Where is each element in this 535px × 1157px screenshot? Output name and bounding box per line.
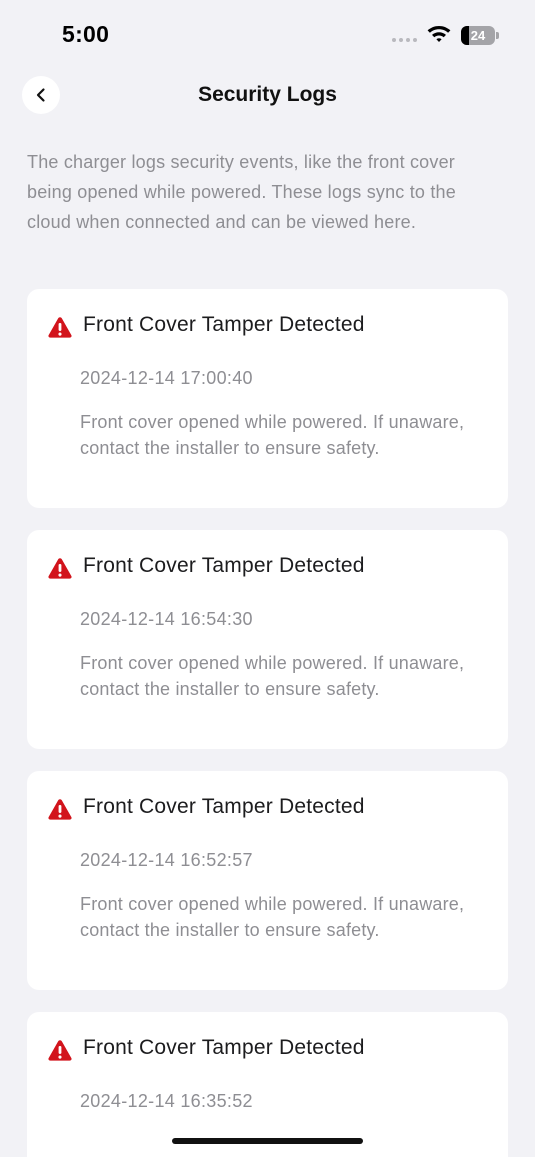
warning-triangle-icon	[48, 1040, 72, 1061]
log-list: Front Cover Tamper Detected 2024-12-14 1…	[27, 289, 508, 1157]
log-card: Front Cover Tamper Detected 2024-12-14 1…	[27, 1012, 508, 1157]
intro-text: The charger logs security events, like t…	[27, 152, 456, 232]
status-bar: 5:00 24	[0, 0, 535, 70]
page-title: Security Logs	[198, 83, 337, 106]
log-title: Front Cover Tamper Detected	[83, 1036, 365, 1059]
log-card: Front Cover Tamper Detected 2024-12-14 1…	[27, 530, 508, 749]
signal-dots-icon	[392, 38, 417, 42]
log-card: Front Cover Tamper Detected 2024-12-14 1…	[27, 289, 508, 508]
screen: 5:00 24 Security Logs The charger logs s…	[0, 0, 535, 1157]
wifi-icon	[427, 26, 451, 42]
log-timestamp: 2024-12-14 16:35:52	[80, 1091, 253, 1111]
battery-level: 24	[470, 28, 486, 43]
log-title: Front Cover Tamper Detected	[83, 795, 365, 818]
log-description: Front cover opened while powered. If una…	[80, 653, 465, 699]
battery-icon: 24	[461, 26, 499, 45]
warning-triangle-icon	[48, 317, 72, 338]
log-title: Front Cover Tamper Detected	[83, 554, 365, 577]
nav-bar: Security Logs	[0, 72, 535, 120]
log-timestamp: 2024-12-14 17:00:40	[80, 368, 253, 388]
warning-triangle-icon	[48, 558, 72, 579]
log-timestamp: 2024-12-14 16:54:30	[80, 609, 253, 629]
log-card: Front Cover Tamper Detected 2024-12-14 1…	[27, 771, 508, 990]
home-indicator[interactable]	[172, 1138, 363, 1144]
log-timestamp: 2024-12-14 16:52:57	[80, 850, 253, 870]
log-description: Front cover opened while powered. If una…	[80, 894, 465, 940]
log-title: Front Cover Tamper Detected	[83, 313, 365, 336]
log-description: Front cover opened while powered. If una…	[80, 412, 465, 458]
status-time: 5:00	[62, 21, 110, 47]
warning-triangle-icon	[48, 799, 72, 820]
